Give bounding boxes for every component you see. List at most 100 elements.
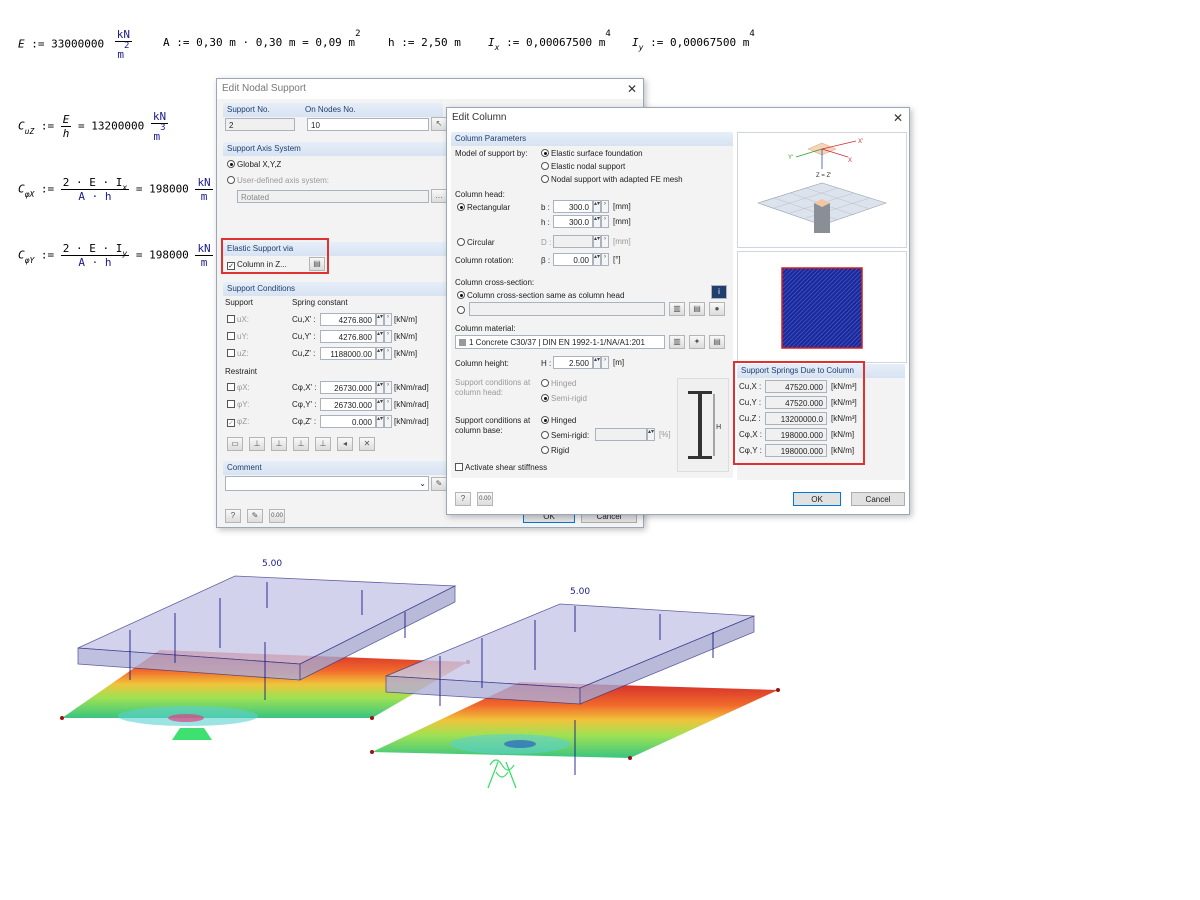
- restraint-checkbox[interactable]: φY:: [227, 400, 249, 409]
- toolbar-icon-6[interactable]: ◂: [337, 437, 353, 451]
- cross-lib-icon[interactable]: ▥: [669, 302, 685, 316]
- restraint-checkbox[interactable]: φX:: [227, 383, 250, 392]
- rectangular-radio[interactable]: Rectangular: [457, 203, 510, 212]
- cross-new-icon[interactable]: ▤: [689, 302, 705, 316]
- toolbar-icon-4[interactable]: ⊥: [293, 437, 309, 451]
- support-no-field[interactable]: 2: [225, 118, 295, 131]
- H-spinner[interactable]: ▴▾: [593, 356, 601, 369]
- support-checkbox[interactable]: uZ:: [227, 349, 249, 358]
- d-arrow[interactable]: ›: [601, 235, 609, 248]
- support-value-input[interactable]: 4276.800: [320, 330, 376, 343]
- head-semirigid-radio[interactable]: Semi-rigid: [541, 394, 587, 403]
- support-arrow[interactable]: ›: [384, 347, 392, 360]
- b-arrow[interactable]: ›: [601, 200, 609, 213]
- material-lib-icon[interactable]: ▥: [669, 335, 685, 349]
- support-label: uX:: [237, 315, 250, 324]
- close-icon[interactable]: ✕: [893, 108, 903, 128]
- h-spinner[interactable]: ▴▾: [593, 215, 601, 228]
- toolbar-icon-5[interactable]: ⊥: [315, 437, 331, 451]
- pick-node-button[interactable]: ↖: [431, 117, 447, 131]
- model-opt-3[interactable]: Nodal support with adapted FE mesh: [541, 175, 683, 184]
- column-ok-button[interactable]: OK: [793, 492, 841, 506]
- support-unit: [kN/m]: [394, 315, 418, 324]
- svg-text:Z = Z': Z = Z': [816, 173, 831, 179]
- beta-input[interactable]: 0.00: [553, 253, 593, 266]
- support-arrow[interactable]: ›: [384, 330, 392, 343]
- support-spinner[interactable]: ▴▾: [376, 330, 384, 343]
- support-checkbox[interactable]: uX:: [227, 315, 249, 324]
- d-spinner[interactable]: ▴▾: [593, 235, 601, 248]
- on-nodes-field[interactable]: 10: [307, 118, 429, 131]
- support-value-input[interactable]: 1188000.00: [320, 347, 376, 360]
- toolbar-icon-2[interactable]: ⊥: [249, 437, 265, 451]
- cross-section-preview: [737, 251, 907, 363]
- support-arrow[interactable]: ›: [384, 313, 392, 326]
- rotated-select[interactable]: Rotated: [237, 190, 429, 203]
- material-edit-icon[interactable]: ▤: [709, 335, 725, 349]
- beta-spinner[interactable]: ▴▾: [593, 253, 601, 266]
- restraint-value-input[interactable]: 26730.000: [320, 381, 376, 394]
- edit-icon[interactable]: ✎: [247, 509, 263, 523]
- restraint-arrow[interactable]: ›: [384, 398, 392, 411]
- help-icon[interactable]: ?: [225, 509, 241, 523]
- model-opt-1[interactable]: Elastic surface foundation: [541, 149, 643, 158]
- restraint-spinner[interactable]: ▴▾: [376, 415, 384, 428]
- info-icon[interactable]: i: [711, 285, 727, 299]
- toolbar-icon-3[interactable]: ⊥: [271, 437, 287, 451]
- formula-Iy: Iy := 0,00067500 m4: [632, 29, 755, 52]
- restraint-spinner[interactable]: ▴▾: [376, 381, 384, 394]
- result-CphiX: = 198000: [135, 182, 189, 196]
- units-icon[interactable]: 0.00: [477, 492, 493, 506]
- d-input[interactable]: [553, 235, 593, 248]
- restraint-arrow[interactable]: ›: [384, 415, 392, 428]
- base-semirigid-radio[interactable]: Semi-rigid:: [541, 431, 589, 440]
- model-opt-2[interactable]: Elastic nodal support: [541, 162, 625, 171]
- axis-edit-button[interactable]: …: [431, 189, 447, 203]
- cross-same-radio[interactable]: Column cross-section same as column head: [457, 291, 624, 300]
- base-hinged-radio[interactable]: Hinged: [541, 416, 576, 425]
- h-input[interactable]: 300.0: [553, 215, 593, 228]
- restraint-value-input[interactable]: 0.000: [320, 415, 376, 428]
- restraint-value-input[interactable]: 26730.000: [320, 398, 376, 411]
- cross-custom-radio[interactable]: [457, 306, 467, 315]
- global-radio[interactable]: Global X,Y,Z: [227, 160, 281, 169]
- comment-edit-button[interactable]: ✎: [431, 477, 447, 491]
- support-spinner[interactable]: ▴▾: [376, 347, 384, 360]
- restraint-spinner[interactable]: ▴▾: [376, 398, 384, 411]
- base-spinner[interactable]: ▴▾: [647, 428, 655, 441]
- material-new-icon[interactable]: ✦: [689, 335, 705, 349]
- restraint-arrow[interactable]: ›: [384, 381, 392, 394]
- base-cond-label: Support conditions at column base:: [455, 416, 531, 435]
- support-checkbox[interactable]: uY:: [227, 332, 249, 341]
- shear-checkbox[interactable]: Activate shear stiffness: [455, 463, 547, 472]
- support-value-input[interactable]: 4276.800: [320, 313, 376, 326]
- base-semirigid-input[interactable]: [595, 428, 647, 441]
- b-input[interactable]: 300.0: [553, 200, 593, 213]
- support-spinner[interactable]: ▴▾: [376, 313, 384, 326]
- head-hinged-radio[interactable]: Hinged: [541, 379, 576, 388]
- num-CphiX: 2 · E · I: [62, 176, 123, 189]
- svg-text:H: H: [716, 423, 721, 431]
- close-icon[interactable]: ✕: [627, 79, 637, 99]
- base-rigid-radio[interactable]: Rigid: [541, 446, 569, 455]
- h-arrow[interactable]: ›: [601, 215, 609, 228]
- column-cancel-button[interactable]: Cancel: [851, 492, 905, 506]
- comment-field[interactable]: ⌄: [225, 476, 429, 491]
- sub-CphiY: φY: [24, 255, 35, 265]
- H-arrow[interactable]: ›: [601, 356, 609, 369]
- toolbar-icon-7[interactable]: ✕: [359, 437, 375, 451]
- material-select[interactable]: 1 Concrete C30/37 | DIN EN 1992-1-1/NA/A…: [455, 335, 665, 349]
- b-spinner[interactable]: ▴▾: [593, 200, 601, 213]
- cross-info-icon[interactable]: ●: [709, 302, 725, 316]
- units-icon[interactable]: 0.00: [269, 509, 285, 523]
- circular-radio[interactable]: Circular: [457, 238, 495, 247]
- radio-off-icon: [541, 446, 549, 454]
- restraint-checkbox[interactable]: ✓ φZ:: [227, 417, 249, 427]
- formula-Ix: Ix := 0,00067500 m4: [488, 29, 611, 52]
- user-defined-radio[interactable]: User-defined axis system:: [227, 176, 329, 185]
- help-icon[interactable]: ?: [455, 492, 471, 506]
- beta-arrow[interactable]: ›: [601, 253, 609, 266]
- cross-section-select[interactable]: [469, 302, 665, 316]
- H-input[interactable]: 2.500: [553, 356, 593, 369]
- toolbar-icon-1[interactable]: ▭: [227, 437, 243, 451]
